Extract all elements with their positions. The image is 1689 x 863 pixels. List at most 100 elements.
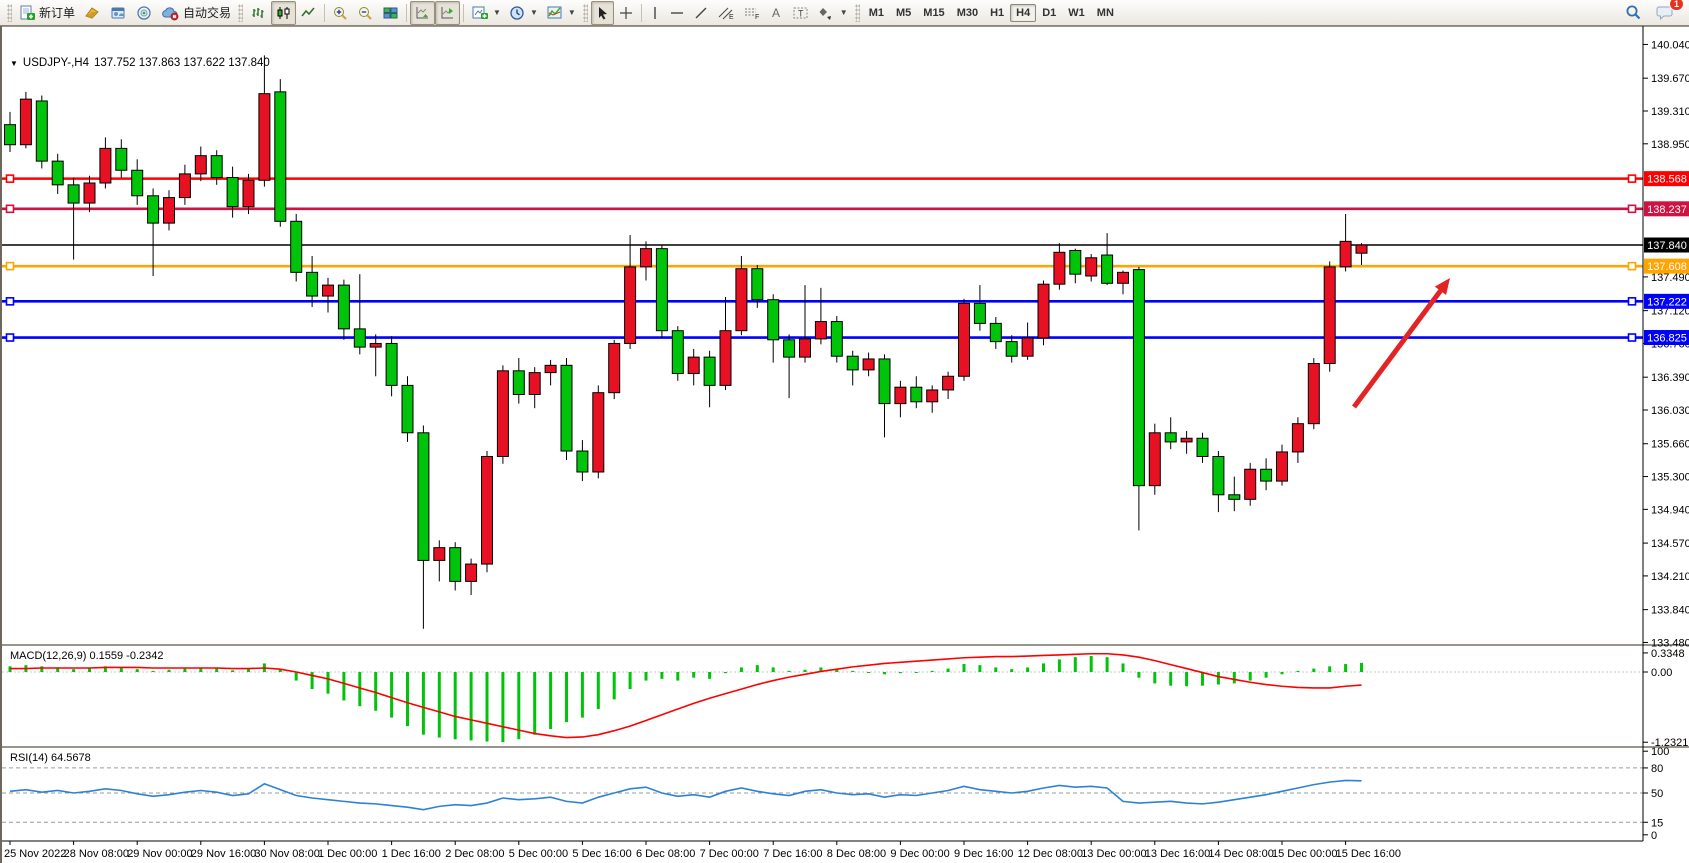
search-button[interactable] (1620, 1, 1646, 25)
tab-m5[interactable]: M5 (890, 4, 917, 22)
vertical-line-button[interactable] (645, 1, 665, 25)
hline-handle[interactable] (1629, 334, 1636, 341)
equidistant-channel-button[interactable]: E (713, 1, 739, 25)
zoom-out-button[interactable] (353, 1, 378, 25)
tab-m30[interactable]: M30 (951, 4, 984, 22)
chart-shift-button[interactable] (435, 1, 460, 25)
candle-down (354, 329, 365, 347)
terminal-button[interactable] (105, 1, 131, 25)
hline-handle[interactable] (7, 263, 14, 270)
candle-down (1133, 270, 1144, 486)
arrow-shaft[interactable] (1354, 286, 1444, 407)
price-tick: 139.670 (1651, 73, 1689, 85)
chart-collapse-icon[interactable]: ▼ (10, 59, 18, 68)
macd-bar (740, 667, 743, 672)
cursor-button[interactable] (591, 1, 614, 25)
autotrading-icon (161, 5, 180, 21)
signals-button[interactable] (131, 1, 157, 25)
macd-bar (438, 672, 441, 738)
macd-bar (40, 666, 43, 672)
macd-bar (1233, 672, 1236, 683)
chart-canvas[interactable]: MACD(12,26,9) 0.1559 -0.2342RSI(14) 64.5… (2, 26, 1689, 863)
candle-up (1038, 284, 1049, 338)
indicators-button[interactable]: ▼ (542, 1, 580, 25)
candle-up (609, 343, 620, 392)
toolbar-grip[interactable] (7, 4, 12, 22)
macd-bar (565, 672, 568, 722)
new-order-button[interactable]: 新订单 (15, 1, 79, 25)
toolbar: 新订单 自动交易 ▼ ▼ ▼ E F A (0, 0, 1689, 26)
chat-button[interactable]: 1 (1652, 1, 1679, 25)
toolbar-grip[interactable] (583, 4, 588, 22)
tab-h1[interactable]: H1 (984, 4, 1010, 22)
new-chart-button[interactable]: ▼ (467, 1, 505, 25)
line-chart-mode-button[interactable] (296, 1, 321, 25)
toolbar-grip[interactable] (855, 4, 860, 22)
candle-up (688, 357, 699, 373)
candle-up (84, 183, 95, 203)
tab-mn[interactable]: MN (1091, 4, 1120, 22)
text-label-button[interactable]: T (788, 1, 814, 25)
tab-m15[interactable]: M15 (917, 4, 950, 22)
auto-scroll-button[interactable] (410, 1, 435, 25)
price-axis[interactable]: 140.040139.670139.310138.950137.490137.1… (1643, 26, 1689, 842)
price-tick: 134.940 (1651, 504, 1689, 516)
trendline-button[interactable] (689, 1, 713, 25)
candle-down (990, 323, 1001, 341)
macd-bar (931, 671, 934, 672)
macd-bar (597, 672, 600, 709)
candle-up (1118, 272, 1129, 283)
profiles-clock-icon (509, 5, 526, 21)
hline-handle[interactable] (7, 334, 14, 341)
hline-handle[interactable] (7, 298, 14, 305)
candle-up (259, 94, 270, 181)
time-tick: 1 Dec 16:00 (382, 848, 441, 860)
hline-handle[interactable] (1629, 263, 1636, 270)
macd-bar (390, 672, 393, 718)
arrows-button[interactable]: ▼ (814, 1, 852, 25)
hline-handle[interactable] (7, 175, 14, 182)
candle-up (20, 99, 31, 145)
hline-handle[interactable] (1629, 205, 1636, 212)
zoom-in-button[interactable] (328, 1, 353, 25)
macd-bar (1249, 672, 1252, 681)
metaeditor-button[interactable] (79, 1, 105, 25)
bar-chart-mode-button[interactable] (246, 1, 271, 25)
candlestick-icon (275, 5, 292, 21)
trend-arrow-annotation[interactable] (1354, 278, 1450, 407)
time-axis[interactable]: 25 Nov 202228 Nov 08:0029 Nov 00:0029 No… (2, 841, 1643, 860)
line-chart-icon (300, 5, 317, 21)
vertical-line-icon (649, 5, 661, 21)
candle-down (1070, 250, 1081, 274)
dropdown-caret-icon: ▼ (493, 8, 501, 17)
horizontal-line-button[interactable] (665, 1, 689, 25)
text-button[interactable]: A (765, 1, 788, 25)
hline-handle[interactable] (1629, 175, 1636, 182)
toolbar-grip[interactable] (238, 4, 243, 22)
candlestick-mode-button[interactable] (271, 1, 296, 25)
rsi-tick: 0 (1651, 830, 1657, 842)
candle-down (1102, 255, 1113, 283)
svg-text:E: E (729, 14, 734, 21)
profiles-button[interactable]: ▼ (505, 1, 542, 25)
fibonacci-button[interactable]: F (739, 1, 765, 25)
chart-symbol-period: USDJPY-,H4 (23, 57, 89, 69)
tab-m1[interactable]: M1 (863, 4, 890, 22)
hline-handle[interactable] (1629, 298, 1636, 305)
candle-up (545, 365, 556, 372)
autotrading-button[interactable]: 自动交易 (157, 1, 235, 25)
candle-up (1054, 252, 1065, 284)
hline-handle[interactable] (7, 205, 14, 212)
tab-d1[interactable]: D1 (1036, 4, 1062, 22)
macd-bar (168, 670, 171, 672)
time-tick: 29 Nov 00:00 (127, 848, 192, 860)
time-tick: 15 Dec 16:00 (1336, 848, 1401, 860)
tab-h4[interactable]: H4 (1010, 4, 1036, 22)
candle-up (943, 376, 954, 390)
candle-down (561, 365, 572, 451)
price-tick: 135.660 (1651, 439, 1689, 451)
tab-w1[interactable]: W1 (1062, 4, 1091, 22)
macd-bar (1042, 663, 1045, 672)
crosshair-button[interactable] (614, 1, 638, 25)
tile-windows-button[interactable] (378, 1, 403, 25)
